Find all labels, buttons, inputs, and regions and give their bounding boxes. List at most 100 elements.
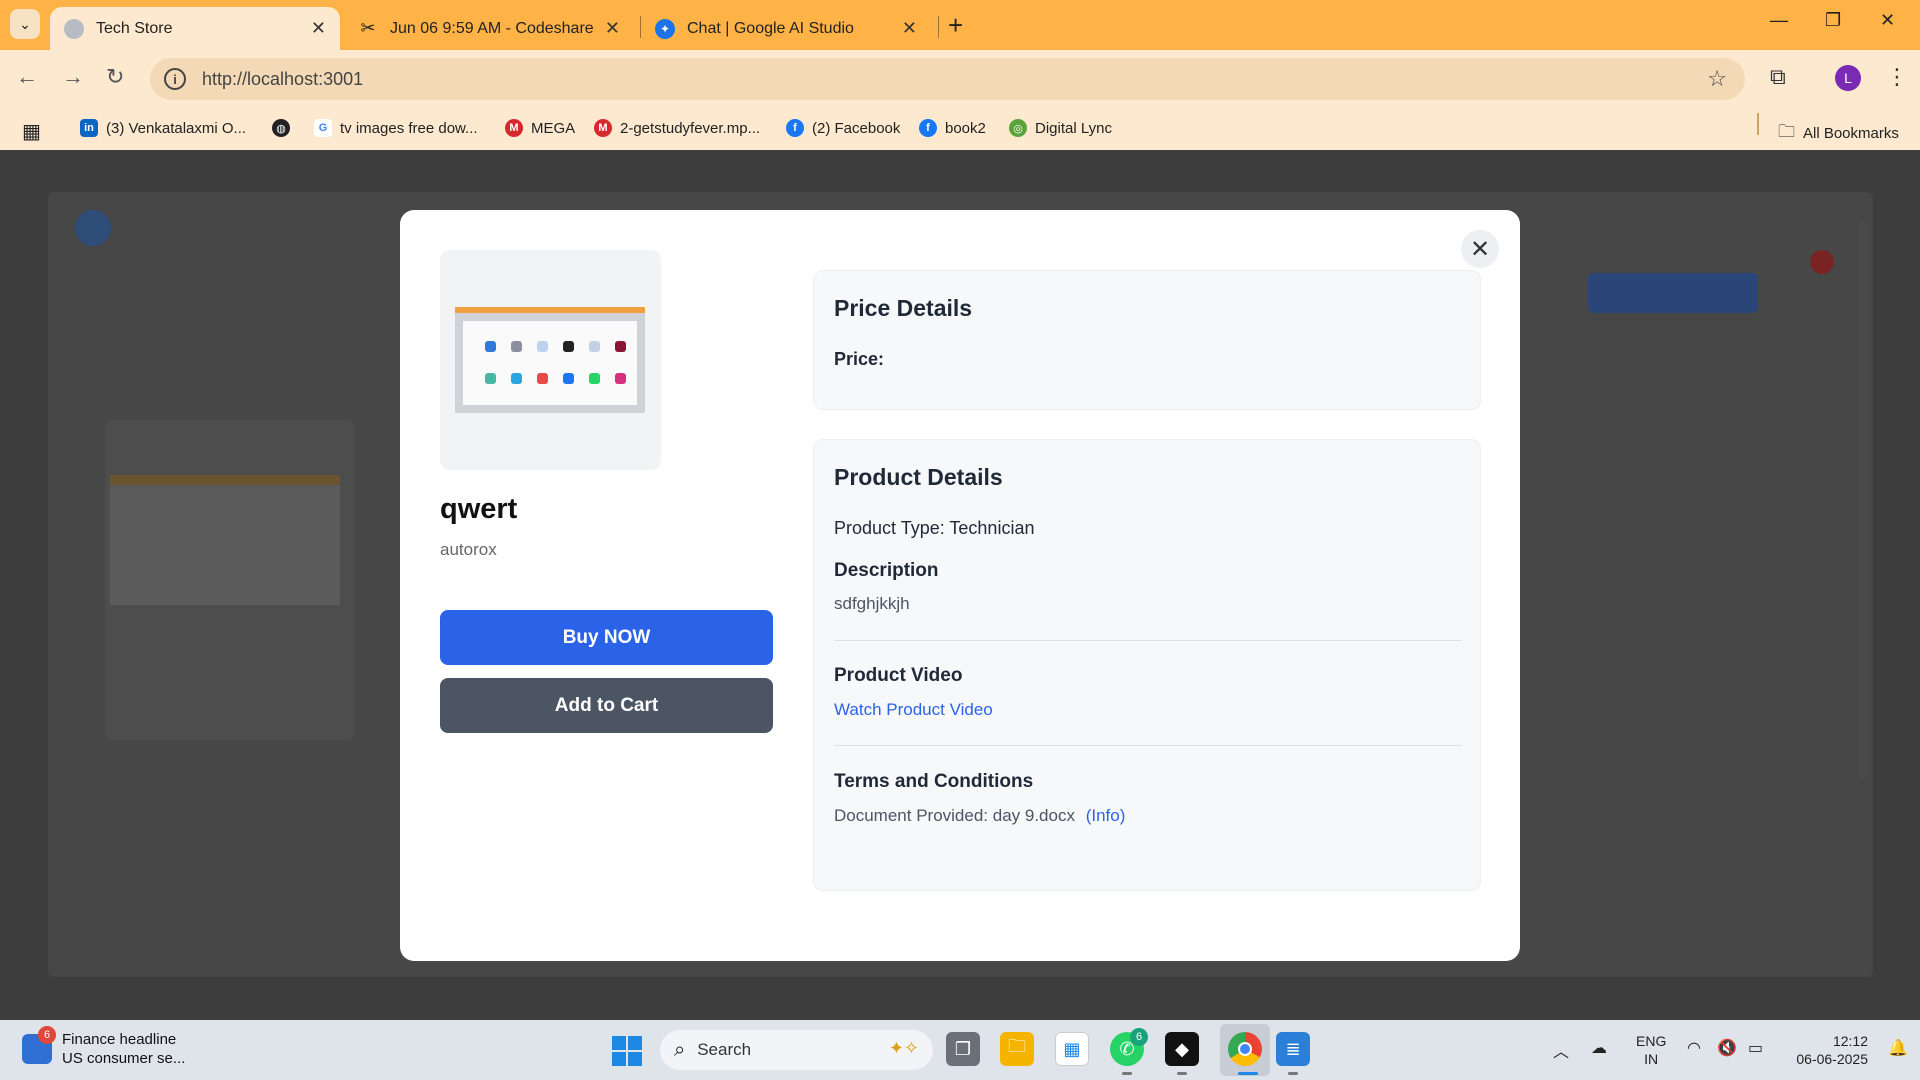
bookmark-label: Digital Lync — [1035, 119, 1112, 137]
price-label: Price: — [834, 349, 885, 369]
tab-strip: ⌄ Tech Store ✕ ✂ Jun 06 9:59 AM - Codesh… — [0, 0, 1920, 50]
all-bookmarks-folder[interactable]: 🗀 All Bookmarks — [1778, 119, 1899, 148]
tab-title: Chat | Google AI Studio — [687, 19, 854, 37]
news-subtitle: US consumer se... — [62, 1050, 186, 1067]
apps-grid-icon[interactable]: ▦ — [22, 119, 41, 144]
bookmark-label: All Bookmarks — [1803, 125, 1899, 142]
notepad-icon[interactable]: ≣ — [1276, 1032, 1310, 1066]
reload-icon[interactable]: ↻ — [106, 64, 124, 90]
chrome-icon[interactable] — [1228, 1032, 1262, 1066]
tab-tech-store[interactable]: Tech Store ✕ — [50, 7, 340, 50]
minimize-icon[interactable]: — — [1770, 10, 1788, 31]
microsoft-store-icon[interactable]: ▦ — [1055, 1032, 1089, 1066]
product-screenshot-thumbnail — [455, 307, 645, 413]
bookmarks-bar: ▦ in (3) Venkatalaxmi O... ◍ G tv images… — [0, 108, 1920, 150]
cart-badge-dimmed — [1810, 250, 1834, 274]
bookmark-star-icon[interactable]: ☆ — [1707, 66, 1727, 92]
description-title: Description — [834, 560, 939, 581]
notifications-bell-icon[interactable]: 🔔 — [1888, 1038, 1908, 1058]
bookmark-book2[interactable]: f book2 — [919, 119, 986, 137]
onedrive-offline-icon[interactable]: ☁ — [1591, 1038, 1607, 1058]
profile-avatar[interactable]: L — [1835, 65, 1861, 91]
watch-video-link[interactable]: Watch Product Video — [834, 700, 993, 720]
restore-icon[interactable]: ❐ — [1825, 10, 1841, 31]
bookmark-label: (2) Facebook — [812, 119, 901, 137]
system-clock[interactable]: 12:12 06-06-2025 — [1788, 1032, 1868, 1068]
search-label: Search — [697, 1040, 752, 1059]
extensions-icon[interactable]: ⧉ — [1770, 64, 1786, 90]
news-badge: 6 — [38, 1026, 56, 1044]
tab-codeshare[interactable]: ✂ Jun 06 9:59 AM - Codeshare ✕ — [344, 7, 634, 50]
product-brand: autorox — [440, 540, 497, 559]
mega-icon: M — [594, 119, 612, 137]
bookmark-globe[interactable]: ◍ — [272, 119, 298, 137]
bookmark-linkedin[interactable]: in (3) Venkatalaxmi O... — [80, 119, 246, 137]
bookmark-label: tv images free dow... — [340, 119, 478, 137]
globe-icon: ◍ — [272, 119, 290, 137]
bookmark-digital-lync[interactable]: ◎ Digital Lync — [1009, 119, 1112, 137]
windows-start-icon[interactable] — [612, 1036, 642, 1066]
task-view-icon[interactable]: ❐ — [946, 1032, 980, 1066]
lang-code: ENG — [1636, 1033, 1667, 1049]
modal-close-button[interactable]: ✕ — [1461, 230, 1499, 268]
google-icon: G — [314, 119, 332, 137]
show-hidden-icons-icon[interactable]: ︿ — [1553, 1038, 1569, 1062]
bookmarks-divider — [1757, 113, 1759, 135]
search-icon: ⌕ — [674, 1038, 686, 1061]
divider — [834, 745, 1462, 746]
document-text: Document Provided: day 9.docx — [834, 806, 1075, 825]
terms-title: Terms and Conditions — [834, 771, 1034, 792]
bookmark-label: book2 — [945, 119, 986, 137]
bookmark-facebook[interactable]: f (2) Facebook — [786, 119, 900, 137]
mega-icon: M — [505, 119, 523, 137]
forward-icon[interactable]: → — [62, 64, 84, 90]
video-title: Product Video — [834, 665, 963, 686]
product-modal: ✕ qwert autorox Buy NOW Add to Cart Pric… — [400, 210, 1520, 961]
tab-google-ai-studio[interactable]: ✦ Chat | Google AI Studio ✕ — [641, 7, 931, 50]
close-tab-icon[interactable]: ✕ — [605, 18, 620, 39]
store-logo — [75, 210, 133, 246]
add-to-cart-button[interactable]: Add to Cart — [440, 678, 773, 733]
back-icon[interactable]: ← — [16, 64, 38, 90]
taskbar-search[interactable]: ⌕ Search ✦✧ — [660, 1030, 933, 1070]
bookmark-getstudyfever[interactable]: M 2-getstudyfever.mp... — [594, 119, 760, 137]
bookmark-tv-images[interactable]: G tv images free dow... — [314, 119, 478, 137]
news-widget[interactable]: 6 Finance headline US consumer se... — [22, 1026, 186, 1068]
tab-search-dropdown-icon[interactable]: ⌄ — [10, 9, 40, 39]
tab-divider — [938, 16, 939, 38]
linkedin-icon: in — [80, 119, 98, 137]
site-info-icon[interactable]: i — [164, 68, 186, 90]
url-text: http://localhost:3001 — [202, 68, 364, 89]
close-tab-icon[interactable]: ✕ — [311, 18, 326, 39]
menu-kebab-icon[interactable]: ⋮ — [1886, 64, 1908, 90]
whatsapp-badge: 6 — [1130, 1028, 1148, 1046]
ai-studio-icon: ✦ — [655, 18, 675, 39]
new-tab-button[interactable]: + — [948, 10, 963, 41]
manage-button-dimmed — [1588, 273, 1758, 313]
info-link[interactable]: (Info) — [1086, 806, 1126, 825]
battery-icon[interactable]: ▭ — [1748, 1038, 1763, 1058]
price-details-panel: Price Details Price: — [813, 270, 1481, 410]
volume-muted-icon[interactable]: 🔇 — [1717, 1038, 1737, 1058]
window-close-icon[interactable]: ✕ — [1880, 10, 1895, 31]
page-scrollbar[interactable] — [1858, 220, 1868, 780]
epic-games-icon[interactable]: ◆ — [1165, 1032, 1199, 1066]
divider — [834, 640, 1462, 641]
wifi-icon[interactable]: ◠ — [1687, 1038, 1701, 1058]
product-type: Product Type: Technician — [834, 518, 1035, 538]
browser-toolbar: ← → ↻ i http://localhost:3001 ☆ ⧉ L ⋮ — [0, 50, 1920, 108]
language-indicator[interactable]: ENG IN — [1636, 1032, 1666, 1068]
product-image — [440, 250, 661, 470]
file-explorer-icon[interactable]: 🗀 — [1000, 1032, 1034, 1066]
windows-taskbar: 6 Finance headline US consumer se... ⌕ S… — [0, 1020, 1920, 1080]
bookmark-label: 2-getstudyfever.mp... — [620, 119, 761, 137]
tab-title: Jun 06 9:59 AM - Codeshare — [390, 19, 594, 37]
folder-icon: 🗀 — [1778, 122, 1795, 141]
buy-now-button[interactable]: Buy NOW — [440, 610, 773, 665]
news-icon: 6 — [22, 1026, 56, 1064]
address-bar[interactable]: i http://localhost:3001 ☆ — [150, 58, 1745, 100]
facebook-icon: f — [786, 119, 804, 137]
close-tab-icon[interactable]: ✕ — [902, 18, 917, 39]
bookmark-mega[interactable]: M MEGA — [505, 119, 575, 137]
running-indicator — [1122, 1072, 1132, 1075]
